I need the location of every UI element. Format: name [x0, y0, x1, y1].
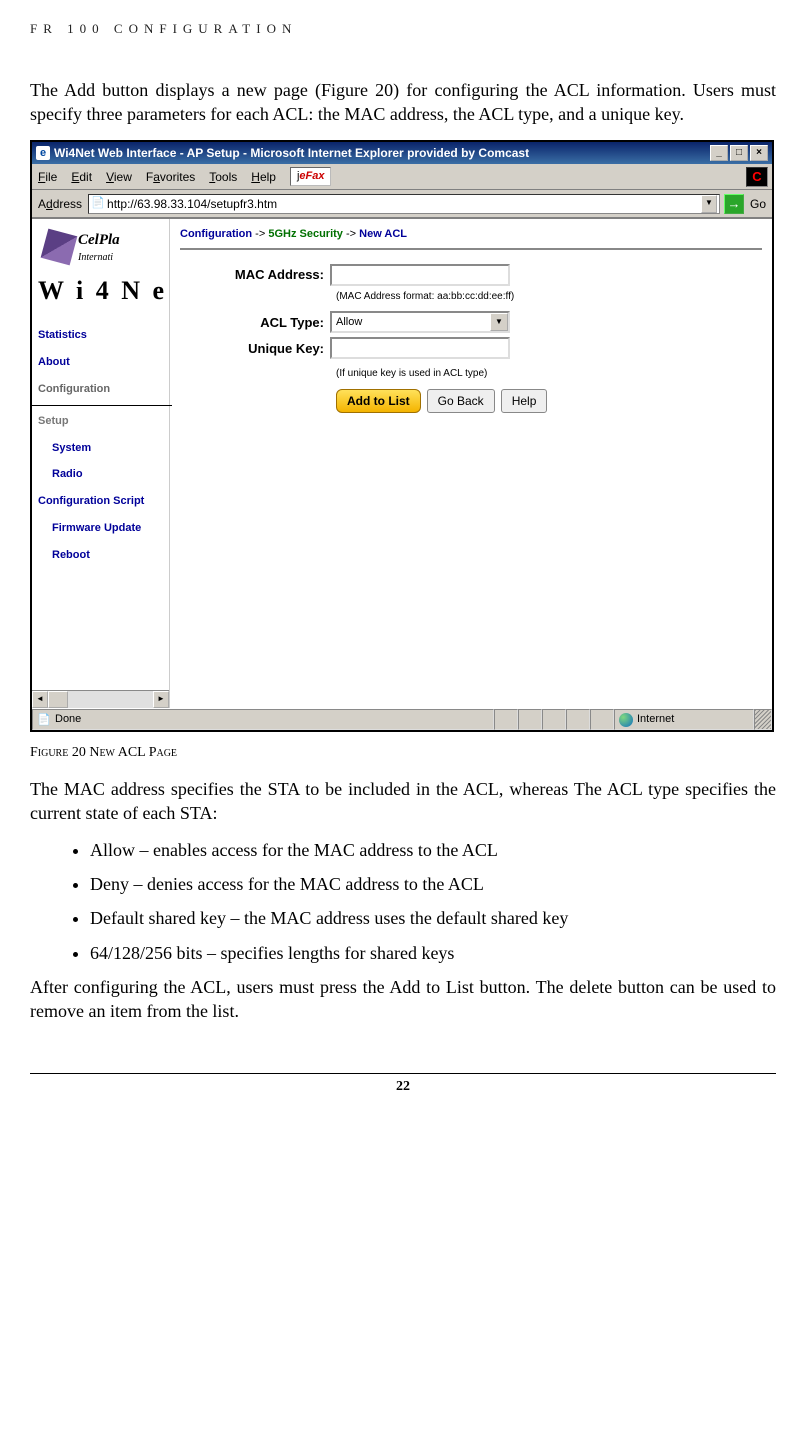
scroll-thumb[interactable]: [48, 691, 68, 708]
status-cell-5: [590, 709, 614, 730]
throbber-icon: C: [746, 167, 768, 187]
scroll-left-icon[interactable]: ◄: [32, 691, 48, 708]
bullet-bit-lengths: 64/128/256 bits – specifies lengths for …: [90, 941, 776, 965]
unique-key-input[interactable]: [330, 337, 510, 359]
menu-tools[interactable]: Tools: [209, 169, 237, 185]
screenshot-frame: e Wi4Net Web Interface - AP Setup - Micr…: [30, 140, 774, 732]
page-number: 22: [396, 1079, 410, 1094]
address-bar: Address 📄 http://63.98.33.104/setupfr3.h…: [32, 190, 772, 218]
resize-grip-icon[interactable]: [754, 709, 772, 730]
page-icon: 📄: [91, 197, 105, 211]
address-input[interactable]: 📄 http://63.98.33.104/setupfr3.htm ▼: [88, 194, 720, 214]
mac-address-label: MAC Address:: [180, 266, 330, 284]
key-hint: (If unique key is used in ACL type): [336, 367, 762, 381]
breadcrumb: Configuration -> 5GHz Security -> New AC…: [180, 227, 762, 242]
bc-configuration[interactable]: Configuration: [180, 228, 252, 240]
go-back-button[interactable]: Go Back: [427, 389, 495, 413]
close-button[interactable]: ×: [750, 145, 768, 161]
nav-list: Statistics About Configuration Setup Sys…: [38, 322, 169, 569]
help-button[interactable]: Help: [501, 389, 548, 413]
menu-file[interactable]: File: [38, 169, 57, 185]
page-header: FR 100 CONFIGURATION: [30, 20, 776, 38]
nav-radio[interactable]: Radio: [52, 461, 169, 488]
nav-about[interactable]: About: [38, 349, 169, 376]
nav-config-script[interactable]: Configuration Script: [38, 488, 169, 515]
paragraph-3: After configuring the ACL, users must pr…: [30, 975, 776, 1024]
sidebar: CelPla Internati W i 4 N e Statistics Ab…: [32, 219, 170, 708]
status-cell-4: [566, 709, 590, 730]
scroll-right-icon[interactable]: ►: [153, 691, 169, 708]
ie-icon: e: [36, 146, 50, 160]
menu-edit[interactable]: Edit: [71, 169, 92, 185]
status-cell-3: [542, 709, 566, 730]
acl-type-label: ACL Type:: [180, 314, 330, 332]
mac-address-input[interactable]: [330, 264, 510, 286]
efax-button[interactable]: eFax: [290, 167, 332, 186]
wi4net-logo: W i 4 N e: [38, 273, 169, 308]
main-divider: [180, 248, 762, 250]
acl-dropdown-icon[interactable]: ▼: [490, 313, 508, 331]
maximize-button[interactable]: □: [730, 145, 748, 161]
menu-help[interactable]: Help: [251, 169, 276, 185]
logo-cube-icon: [41, 229, 78, 266]
bc-arrow1: ->: [255, 228, 265, 240]
status-bar: 📄 Done Internet: [32, 708, 772, 730]
unique-key-label: Unique Key:: [180, 340, 330, 358]
acl-type-select[interactable]: Allow ▼: [330, 311, 510, 333]
window-title: Wi4Net Web Interface - AP Setup - Micros…: [54, 145, 710, 161]
status-page-icon: 📄: [37, 713, 51, 727]
acl-type-value: Allow: [336, 315, 362, 330]
page-footer: 22: [30, 1073, 776, 1097]
bc-arrow2: ->: [346, 228, 356, 240]
bc-security[interactable]: 5GHz Security: [268, 228, 343, 240]
browser-content: CelPla Internati W i 4 N e Statistics Ab…: [32, 218, 772, 708]
logo-subtitle: Internati: [78, 251, 120, 265]
status-cell-1: [494, 709, 518, 730]
logo: CelPla Internati: [38, 225, 169, 269]
minimize-button[interactable]: _: [710, 145, 728, 161]
status-text: Done: [55, 712, 81, 727]
nav-setup[interactable]: Setup: [38, 408, 169, 435]
go-label: Go: [748, 196, 766, 212]
bc-new-acl: New ACL: [359, 228, 407, 240]
nav-configuration[interactable]: Configuration: [38, 376, 169, 403]
internet-zone-icon: [619, 713, 633, 727]
menu-bar: File Edit View Favorites Tools Help eFax…: [32, 164, 772, 190]
go-button[interactable]: →: [724, 194, 744, 214]
window-titlebar: e Wi4Net Web Interface - AP Setup - Micr…: [32, 142, 772, 164]
menu-view[interactable]: View: [106, 169, 132, 185]
nav-statistics[interactable]: Statistics: [38, 322, 169, 349]
nav-firmware[interactable]: Firmware Update: [52, 515, 169, 542]
bullet-deny: Deny – denies access for the MAC address…: [90, 872, 776, 896]
bullet-list: Allow – enables access for the MAC addre…: [90, 838, 776, 965]
bullet-default-key: Default shared key – the MAC address use…: [90, 906, 776, 930]
address-url: http://63.98.33.104/setupfr3.htm: [105, 196, 701, 212]
main-panel: Configuration -> 5GHz Security -> New AC…: [170, 219, 772, 708]
mac-format-hint: (MAC Address format: aa:bb:cc:dd:ee:ff): [336, 290, 762, 304]
address-dropdown-icon[interactable]: ▼: [701, 195, 717, 213]
paragraph-2: The MAC address specifies the STA to be …: [30, 777, 776, 826]
add-to-list-button[interactable]: Add to List: [336, 389, 421, 413]
nav-divider: [32, 405, 172, 406]
nav-system[interactable]: System: [52, 435, 169, 462]
status-left: 📄 Done: [32, 709, 494, 730]
scroll-track[interactable]: [48, 691, 153, 708]
status-cell-2: [518, 709, 542, 730]
status-zone: Internet: [614, 709, 754, 730]
bullet-allow: Allow – enables access for the MAC addre…: [90, 838, 776, 862]
logo-brand: CelPla: [78, 230, 120, 250]
zone-label: Internet: [637, 712, 674, 727]
figure-caption: Figure 20 New ACL Page: [30, 744, 776, 763]
address-label: Address: [38, 196, 82, 212]
sidebar-scrollbar[interactable]: ◄ ►: [32, 690, 169, 708]
intro-paragraph: The Add button displays a new page (Figu…: [30, 78, 776, 127]
nav-reboot[interactable]: Reboot: [52, 542, 169, 569]
menu-favorites[interactable]: Favorites: [146, 169, 195, 185]
